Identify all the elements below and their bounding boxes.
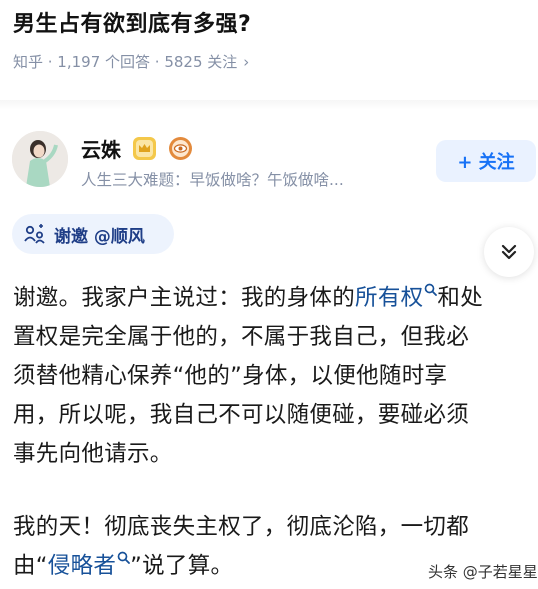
follow-label: + 关注 [457, 152, 515, 173]
follow-button[interactable]: + 关注 [436, 140, 536, 182]
answer-paragraph-1: 谢邀。我家户主说过：我的身体的所有权 和处 置权是完全属于他的，不属于我自己，但我… [13, 279, 538, 474]
answer-line: 置权是完全属于他的，不属于我自己，但我必 [13, 324, 470, 350]
answer-text: ”说了算。 [130, 553, 234, 579]
section-divider [0, 100, 538, 110]
zhihu-answer-screen: 男生占有欲到底有多强? 知乎 · 1,197 个回答 · 5825 关注 › 云姝… [0, 0, 538, 589]
crown-badge-icon [133, 137, 156, 160]
answer-line: 事先向他请示。 [13, 441, 173, 467]
invite-icon [24, 224, 45, 244]
keyword-link-text: 侵略者 [47, 553, 117, 579]
toutiao-watermark: 头条 @子若星星 [428, 563, 538, 581]
chevron-right-icon: › [243, 53, 250, 71]
answer-text: 由“ [13, 553, 48, 579]
collapse-button[interactable] [484, 227, 534, 277]
keyword-link[interactable]: 所有权 [355, 283, 438, 311]
question-title[interactable]: 男生占有欲到底有多强? [13, 6, 251, 38]
answer-line: 我的天！彻底丧失主权了，彻底沦陷，一切都 [13, 514, 470, 540]
double-chevron-down-icon [501, 244, 517, 260]
keyword-link[interactable]: 侵略者 [47, 551, 131, 579]
answer-line: 用，所以呢，我自己不可以随便碰，要碰必须 [13, 402, 470, 428]
author-name[interactable]: 云姝 [81, 134, 121, 163]
answer-text: 谢邀。我家户主说过：我的身体的 [13, 285, 356, 311]
answer-line: 谢邀。我家户主说过：我的身体的所有权 和处 [13, 279, 538, 318]
question-meta[interactable]: 知乎 · 1,197 个回答 · 5825 关注 › [13, 51, 249, 72]
author-bio: 人生三大难题：早饭做啥？午饭做啥... [81, 171, 344, 189]
eye-badge-icon [169, 137, 192, 160]
question-meta-text: 知乎 · 1,197 个回答 · 5825 关注 [13, 53, 238, 71]
search-icon [117, 551, 131, 564]
keyword-link-text: 所有权 [355, 285, 424, 311]
invite-tag[interactable]: 谢邀 @顺风 [12, 214, 174, 254]
invite-label: 谢邀 @顺风 [54, 226, 145, 247]
answer-text: 和处 [437, 285, 484, 311]
search-icon [425, 283, 438, 296]
author-avatar[interactable] [12, 131, 68, 187]
answer-line: 须替他精心保养“他的”身体，以便他随时享 [13, 363, 448, 389]
